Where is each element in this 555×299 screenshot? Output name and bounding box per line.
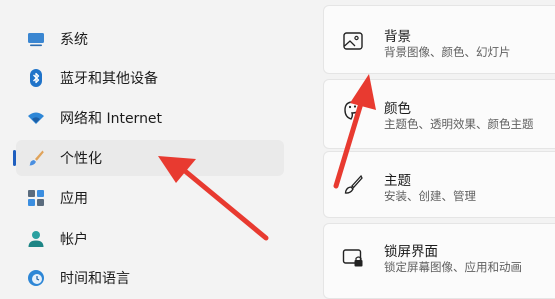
card-title: 背景 [384, 29, 411, 45]
lock-screen-icon [342, 249, 363, 267]
sidebar-item-label: 网络和 Internet [60, 111, 163, 127]
selection-indicator [13, 150, 16, 166]
sidebar-item-personalization[interactable]: 个性化 [13, 140, 284, 176]
wifi-icon [28, 112, 44, 124]
sidebar-item-label: 蓝牙和其他设备 [60, 71, 158, 87]
brush-icon [29, 150, 44, 166]
card-subtitle: 锁定屏幕图像、应用和动画 [384, 260, 522, 274]
settings-sidebar: 系统 蓝牙和其他设备 网络和 Internet 个性化 应用 帐户 时间和语言 [0, 0, 300, 297]
sidebar-item-apps[interactable]: 应用 [16, 180, 284, 216]
sidebar-item-network[interactable]: 网络和 Internet [16, 100, 284, 136]
brush-icon [344, 174, 363, 194]
image-icon [343, 32, 363, 50]
card-subtitle: 安装、创建、管理 [384, 189, 476, 203]
sidebar-item-label: 应用 [60, 191, 88, 207]
background-card[interactable]: 背景 背景图像、颜色、幻灯片 [323, 5, 555, 74]
themes-card[interactable]: 主题 安装、创建、管理 [323, 151, 555, 218]
card-subtitle: 背景图像、颜色、幻灯片 [384, 45, 511, 59]
sidebar-item-time-language[interactable]: 时间和语言 [16, 260, 284, 296]
apps-icon [28, 190, 44, 206]
person-icon [28, 231, 44, 247]
card-subtitle: 主题色、透明效果、颜色主题 [384, 117, 534, 131]
monitor-icon [28, 33, 44, 47]
sidebar-item-bluetooth[interactable]: 蓝牙和其他设备 [16, 60, 284, 96]
card-title: 颜色 [384, 101, 411, 117]
sidebar-item-label: 系统 [60, 32, 88, 48]
globe-clock-icon [28, 270, 44, 286]
palette-icon [344, 101, 361, 120]
card-title: 主题 [384, 173, 411, 189]
sidebar-item-label: 个性化 [60, 151, 102, 167]
sidebar-item-label: 帐户 [60, 232, 88, 248]
personalization-cards: 背景 背景图像、颜色、幻灯片 颜色 主题色、透明效果、颜色主题 主题 安装、创建… [323, 0, 555, 299]
sidebar-item-accounts[interactable]: 帐户 [16, 221, 284, 257]
colors-card[interactable]: 颜色 主题色、透明效果、颜色主题 [323, 79, 555, 149]
sidebar-item-label: 时间和语言 [60, 271, 130, 287]
lock-screen-card[interactable]: 锁屏界面 锁定屏幕图像、应用和动画 [323, 223, 555, 299]
card-title: 锁屏界面 [384, 244, 438, 260]
sidebar-item-system[interactable]: 系统 [16, 21, 284, 57]
bluetooth-icon [30, 69, 42, 87]
